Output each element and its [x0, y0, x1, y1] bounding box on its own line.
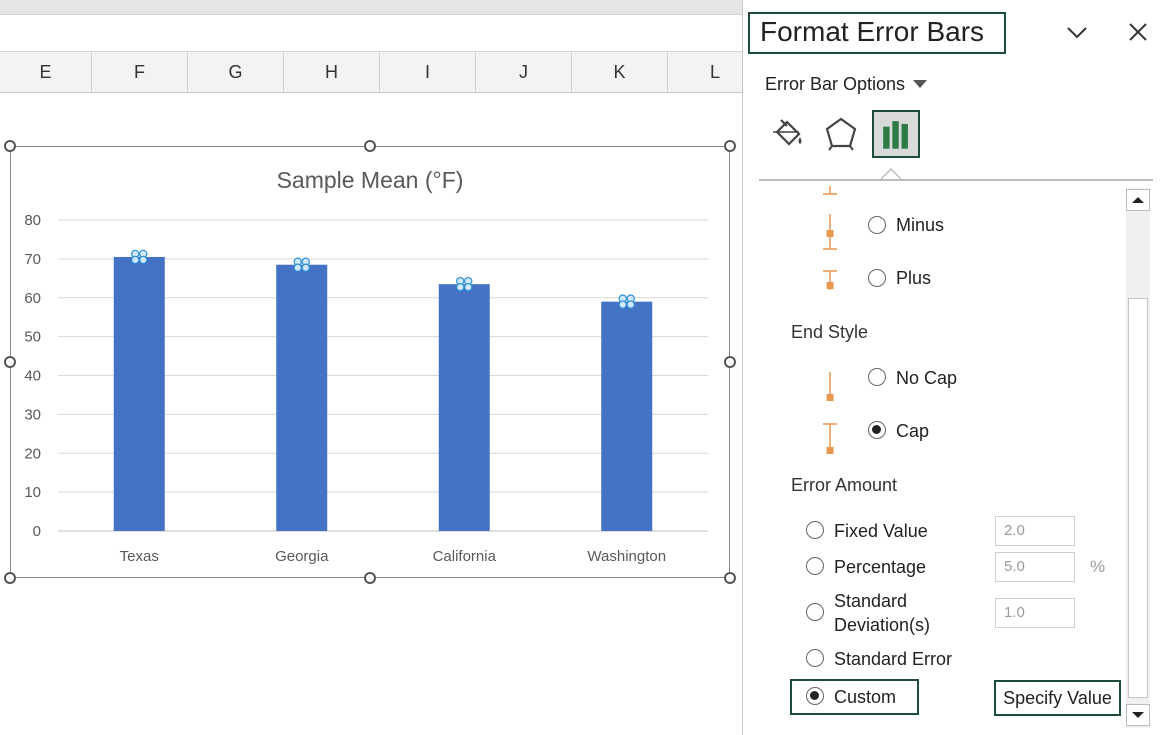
- column-header-e[interactable]: E: [0, 52, 92, 92]
- cap-radio[interactable]: [868, 421, 886, 439]
- column-header-h[interactable]: H: [284, 52, 380, 92]
- percentage-label[interactable]: Percentage: [834, 557, 926, 578]
- y-tick-label: 60: [24, 290, 41, 307]
- bar[interactable]: [113, 256, 165, 531]
- resize-handle-top-left[interactable]: [4, 140, 16, 152]
- percentage-radio[interactable]: [806, 557, 824, 575]
- y-tick-label: 20: [24, 445, 41, 462]
- custom-radio[interactable]: [806, 687, 824, 705]
- x-tick-label: Washington: [587, 548, 666, 565]
- fixed-value-label[interactable]: Fixed Value: [834, 521, 928, 542]
- ribbon-strip: [0, 0, 742, 14]
- standard-deviation-input[interactable]: 1.0: [995, 598, 1075, 628]
- minus-radio[interactable]: [868, 216, 886, 234]
- cap-glyph-icon: [823, 423, 837, 454]
- y-tick-label: 40: [24, 368, 41, 385]
- error-bar-selection-handle[interactable]: [456, 282, 465, 292]
- error-bar-selection-handle[interactable]: [626, 300, 635, 309]
- y-tick-label: 10: [24, 484, 41, 501]
- minus-direction-glyph-icon: [823, 214, 837, 250]
- resize-handle-right[interactable]: [724, 356, 736, 368]
- fixed-value-input[interactable]: 2.0: [995, 516, 1075, 546]
- chevron-down-icon[interactable]: [1065, 20, 1089, 44]
- plus-direction-glyph-icon: [823, 270, 837, 290]
- tab-pointer: [881, 167, 901, 180]
- scroll-up-button[interactable]: [1126, 189, 1150, 211]
- bar[interactable]: [276, 264, 328, 531]
- resize-handle-bottom-right[interactable]: [724, 572, 736, 584]
- column-header-l[interactable]: L: [668, 52, 742, 92]
- standard-error-label[interactable]: Standard Error: [834, 649, 952, 670]
- standard-deviation-radio[interactable]: [806, 603, 824, 621]
- error-bar-selection-handle[interactable]: [301, 263, 310, 272]
- custom-label[interactable]: Custom: [834, 687, 896, 708]
- column-header-j[interactable]: J: [476, 52, 572, 92]
- resize-handle-top[interactable]: [364, 140, 376, 152]
- format-error-bars-pane: Format Error Bars Error Bar Options Minu…: [742, 0, 1172, 735]
- close-icon[interactable]: [1126, 20, 1150, 44]
- y-tick-label: 70: [24, 251, 41, 268]
- no-cap-label[interactable]: No Cap: [896, 368, 957, 389]
- column-header-row: E F G H I J K L: [0, 52, 742, 93]
- pane-title: Format Error Bars: [760, 16, 985, 47]
- standard-deviation-label-line1[interactable]: Standard: [834, 591, 907, 612]
- percentage-input[interactable]: 5.0: [995, 552, 1075, 582]
- no-cap-glyph-icon: [826, 372, 834, 401]
- end-style-heading: End Style: [791, 322, 869, 342]
- caret-down-icon[interactable]: [913, 80, 927, 88]
- error-bar-options-icon[interactable]: [872, 110, 920, 158]
- column-header-k[interactable]: K: [572, 52, 668, 92]
- error-bar-selection-handle[interactable]: [139, 255, 148, 265]
- resize-handle-top-right[interactable]: [724, 140, 736, 152]
- y-tick-label: 30: [24, 406, 41, 423]
- y-tick-label: 80: [24, 212, 41, 229]
- percent-sign: %: [1090, 557, 1106, 576]
- triangle-down-icon: [1132, 712, 1144, 718]
- x-tick-label: California: [433, 548, 497, 565]
- y-tick-label: 50: [24, 329, 41, 346]
- y-tick-label: 0: [33, 523, 41, 540]
- error-bar-options-dropdown[interactable]: Error Bar Options: [765, 74, 905, 95]
- chart-area[interactable]: Sample Mean (°F) 0 10 20 30 40 50 60 70 80 Texas Ge…: [10, 146, 730, 578]
- effects-icon[interactable]: [817, 110, 865, 158]
- spreadsheet-area[interactable]: E F G H I J K L Sample Mean (°F) 0 10 20 30 4…: [0, 0, 742, 735]
- tab-separator: [759, 179, 1153, 181]
- column-header-g[interactable]: G: [188, 52, 284, 92]
- standard-deviation-label-line2[interactable]: Deviation(s): [834, 615, 930, 636]
- bar-chart[interactable]: Sample Mean (°F) 0 10 20 30 40 50 60 70 80 Texas Ge…: [11, 147, 729, 577]
- pane-title-box: Format Error Bars: [748, 12, 1006, 54]
- plus-label[interactable]: Plus: [896, 268, 931, 289]
- cap-label[interactable]: Cap: [896, 421, 929, 442]
- bar[interactable]: [438, 284, 490, 531]
- fill-line-icon[interactable]: [763, 110, 811, 158]
- scroll-down-button[interactable]: [1126, 704, 1150, 726]
- resize-handle-left[interactable]: [4, 356, 16, 368]
- x-tick-label: Texas: [120, 548, 159, 565]
- column-header-i[interactable]: I: [380, 52, 476, 92]
- resize-handle-bottom-left[interactable]: [4, 572, 16, 584]
- x-tick-label: Georgia: [275, 548, 329, 565]
- error-bar-selection-handle[interactable]: [131, 255, 140, 265]
- error-bar-selection-handle[interactable]: [293, 263, 302, 272]
- minus-label[interactable]: Minus: [896, 215, 944, 236]
- no-cap-radio[interactable]: [868, 368, 886, 386]
- resize-handle-bottom[interactable]: [364, 572, 376, 584]
- plus-radio[interactable]: [868, 269, 886, 287]
- chart-title: Sample Mean (°F): [277, 167, 464, 193]
- bar[interactable]: [601, 301, 653, 531]
- column-header-f[interactable]: F: [92, 52, 188, 92]
- error-bar-selection-handle[interactable]: [618, 300, 627, 309]
- fixed-value-radio[interactable]: [806, 521, 824, 539]
- both-direction-glyph-icon: [823, 186, 837, 195]
- error-amount-heading: Error Amount: [791, 475, 898, 495]
- formula-bar[interactable]: [0, 14, 742, 52]
- triangle-up-icon: [1132, 197, 1144, 203]
- scrollbar-thumb[interactable]: [1128, 298, 1148, 698]
- standard-error-radio[interactable]: [806, 649, 824, 667]
- specify-value-button[interactable]: Specify Value: [994, 680, 1121, 716]
- error-bar-selection-handle[interactable]: [464, 282, 473, 292]
